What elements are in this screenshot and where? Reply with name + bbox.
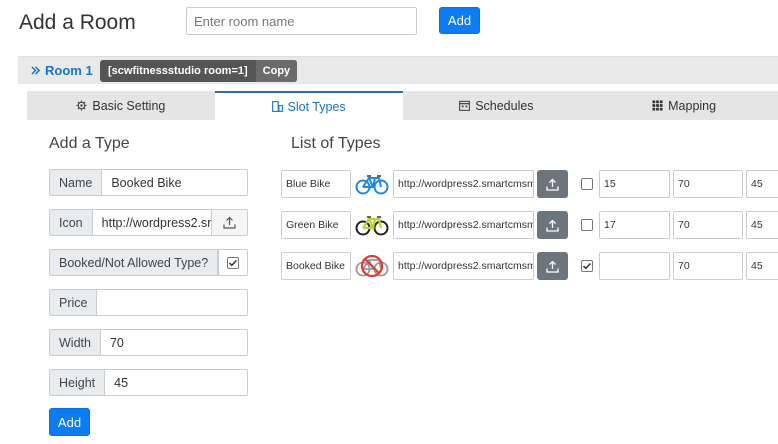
list-types-heading: List of Types <box>291 135 381 152</box>
check-icon <box>229 259 238 266</box>
tab-bar: Basic Setting Slot Types Schedules Mappi… <box>27 91 778 120</box>
height-field: Height 45 <box>49 369 248 396</box>
upload-icon <box>546 178 559 191</box>
width-input[interactable]: 70 <box>673 211 743 239</box>
slot-types-icon <box>271 101 283 112</box>
copy-button[interactable]: Copy <box>255 60 298 82</box>
green-bike-icon <box>354 211 390 239</box>
room-toggle[interactable]: Room 1 <box>30 63 93 78</box>
price-field: Price <box>49 289 248 316</box>
room-name: Room 1 <box>45 63 93 78</box>
upload-icon <box>546 219 559 232</box>
type-icon-url-input[interactable]: http://wordpress2.smartcmsmar <box>393 211 534 239</box>
icon-url-input[interactable]: http://wordpress2.sm <box>93 210 211 235</box>
type-name-input[interactable]: Blue Bike <box>281 170 351 198</box>
type-name-input[interactable]: Green Bike <box>281 211 351 239</box>
booked-checkbox[interactable] <box>581 219 593 231</box>
calendar-icon <box>459 100 471 111</box>
booked-checkbox[interactable] <box>227 256 240 269</box>
upload-icon <box>546 260 559 273</box>
price-input[interactable] <box>599 252 670 280</box>
icon-label: Icon <box>50 210 93 235</box>
shortcode-badge: [scwfitnessstudio room=1] Copy <box>100 60 298 82</box>
height-input[interactable]: 45 <box>746 252 778 280</box>
price-input[interactable]: 17 <box>599 211 670 239</box>
room-bar: Room 1 [scwfitnessstudio room=1] Copy <box>18 56 778 84</box>
height-label: Height <box>50 370 106 395</box>
width-input[interactable]: 70 <box>101 330 247 355</box>
width-input[interactable]: 70 <box>673 252 743 280</box>
add-type-heading: Add a Type <box>49 135 130 152</box>
booked-label: Booked/Not Allowed Type? <box>50 250 219 275</box>
page-title: Add a Room <box>19 11 136 34</box>
tab-mapping[interactable]: Mapping <box>590 91 778 120</box>
type-icon-url-input[interactable]: http://wordpress2.smartcmsmar <box>393 252 534 280</box>
add-type-button[interactable]: Add <box>49 408 90 436</box>
upload-button[interactable] <box>537 252 568 280</box>
type-name-input[interactable]: Booked Bike <box>281 252 351 280</box>
price-label: Price <box>50 290 98 315</box>
width-label: Width <box>50 330 101 355</box>
price-input[interactable]: 15 <box>599 170 670 198</box>
icon-field: Icon http://wordpress2.sm <box>49 209 248 236</box>
check-icon <box>582 262 592 270</box>
width-input[interactable]: 70 <box>673 170 743 198</box>
booked-checkbox[interactable] <box>581 178 593 190</box>
shortcode-text: [scwfitnessstudio room=1] <box>108 65 248 77</box>
tab-basic-setting[interactable]: Basic Setting <box>27 91 215 120</box>
tab-label: Slot Types <box>287 99 346 114</box>
add-room-button[interactable]: Add <box>439 7 480 34</box>
booked-bike-icon <box>354 252 390 280</box>
double-chevron-right-icon <box>31 66 41 75</box>
name-field: Name Booked Bike <box>49 169 248 196</box>
blue-bike-icon <box>354 170 390 198</box>
type-icon-url-input[interactable]: http://wordpress2.smartcmsmar <box>393 170 534 198</box>
width-field: Width 70 <box>49 329 248 356</box>
tab-label: Basic Setting <box>92 98 166 113</box>
price-input[interactable] <box>97 290 247 315</box>
room-name-input[interactable] <box>186 7 417 35</box>
height-input[interactable]: 45 <box>105 370 247 395</box>
gear-icon <box>76 100 87 111</box>
grid-icon <box>652 100 663 111</box>
upload-button[interactable] <box>537 211 568 239</box>
height-input[interactable]: 45 <box>746 211 778 239</box>
tab-schedules[interactable]: Schedules <box>403 91 591 120</box>
height-input[interactable]: 45 <box>746 170 778 198</box>
name-label: Name <box>50 170 103 195</box>
upload-icon <box>223 216 236 229</box>
booked-field: Booked/Not Allowed Type? <box>49 249 248 276</box>
booked-checkbox[interactable] <box>581 260 593 272</box>
name-input[interactable]: Booked Bike <box>102 170 247 195</box>
upload-button[interactable] <box>537 170 568 198</box>
tab-slot-types[interactable]: Slot Types <box>214 91 403 120</box>
tab-label: Mapping <box>668 98 717 113</box>
tab-label: Schedules <box>475 98 534 113</box>
booked-checkbox-wrap <box>218 250 247 275</box>
upload-button[interactable] <box>211 210 247 235</box>
